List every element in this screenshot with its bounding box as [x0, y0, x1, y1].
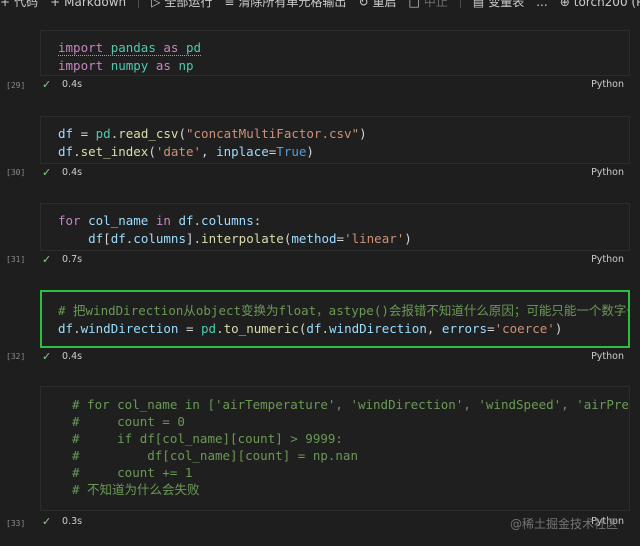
variables-button[interactable]: ▤ 变量表 [473, 0, 524, 10]
code-block: df = pd.read_csv("concatMultiFactor.csv"… [58, 126, 367, 159]
code-block: for col_name in df.columns: df[df.column… [58, 213, 412, 246]
code-editor[interactable]: df = pd.read_csv("concatMultiFactor.csv"… [40, 116, 630, 164]
execution-time: 0.3s [62, 516, 83, 527]
notebook-cell[interactable]: for col_name in df.columns: df[df.column… [0, 203, 640, 269]
code-editor[interactable]: for col_name in df.columns: df[df.column… [40, 203, 630, 251]
notebook-toolbar: + 代码 + Markdown ▷ 全部运行 ≡ 清除所有单元格输出 ↻ 重启 □ 中止 ▤… [0, 0, 640, 10]
notebook-cell[interactable]: import pandas as pd import numpy as np [… [0, 30, 640, 94]
interrupt-button[interactable]: □ 中止 [409, 0, 448, 10]
more-actions-button[interactable]: ... [536, 0, 547, 9]
notebook-cell-selected[interactable]: # 把windDirection从object变换为float，astype()… [0, 290, 640, 364]
cell-language[interactable]: Python [591, 79, 624, 90]
stop-icon: □ [408, 0, 420, 9]
toolbar-divider [459, 0, 461, 8]
cell-status-bar: ✓ 0.7s Python [40, 251, 630, 269]
execution-time: 0.4s [62, 351, 83, 362]
clear-outputs-button[interactable]: ≡ 清除所有单元格输出 [224, 0, 346, 10]
run-all-icon: ▷ [151, 0, 161, 9]
cell-language[interactable]: Python [591, 167, 624, 178]
restart-button[interactable]: ↻ 重启 [358, 0, 396, 10]
code-block: import pandas as pd import numpy as np [58, 40, 202, 73]
clear-outputs-icon: ≡ [224, 0, 235, 9]
variables-icon: ▤ [472, 0, 485, 9]
success-check-icon: ✓ [42, 515, 52, 528]
plus-icon: + [50, 0, 61, 9]
execution-time: 0.4s [62, 79, 83, 90]
add-code-cell-button[interactable]: + 代码 [0, 0, 38, 10]
success-check-icon: ✓ [42, 253, 52, 266]
kernel-icon: ⊕ [559, 0, 570, 9]
execution-count: [32] [6, 352, 26, 361]
more-icon: ... [536, 0, 548, 9]
execution-time: 0.4s [62, 167, 83, 178]
cell-language[interactable]: Python [591, 351, 624, 362]
execution-count: [31] [6, 255, 26, 264]
cell-status-bar: ✓ 0.4s Python [40, 76, 630, 94]
add-markdown-cell-button[interactable]: + Markdown [50, 0, 126, 9]
code-editor[interactable]: import pandas as pd import numpy as np [40, 30, 630, 76]
code-editor[interactable]: # 把windDirection从object变换为float，astype()… [40, 290, 630, 348]
plus-icon: + [0, 0, 11, 9]
restart-icon: ↻ [358, 0, 369, 9]
run-all-button[interactable]: ▷ 全部运行 [151, 0, 212, 10]
execution-count: [29] [6, 81, 26, 90]
notebook-cell[interactable]: # for col_name in ['airTemperature', 'wi… [0, 386, 640, 532]
code-editor[interactable]: # for col_name in ['airTemperature', 'wi… [40, 386, 630, 511]
execution-count: [30] [6, 168, 26, 177]
toolbar-divider [138, 0, 140, 8]
execution-time: 0.7s [62, 254, 83, 265]
cell-status-bar: ✓ 0.4s Python [40, 348, 630, 366]
notebook-cell[interactable]: df = pd.read_csv("concatMultiFactor.csv"… [0, 116, 640, 182]
cell-status-bar: ✓ 0.4s Python [40, 164, 630, 182]
code-block: # for col_name in ['airTemperature', 'wi… [72, 397, 630, 497]
execution-count: [33] [6, 519, 26, 528]
success-check-icon: ✓ [42, 350, 52, 363]
cell-language[interactable]: Python [591, 254, 624, 265]
code-block: # 把windDirection从object变换为float，astype()… [58, 303, 630, 336]
kernel-picker[interactable]: ⊕torch200 (Python 3.9.16) [560, 0, 640, 9]
success-check-icon: ✓ [42, 78, 52, 91]
watermark: @稀土掘金技术社区 [509, 517, 618, 531]
success-check-icon: ✓ [42, 166, 52, 179]
